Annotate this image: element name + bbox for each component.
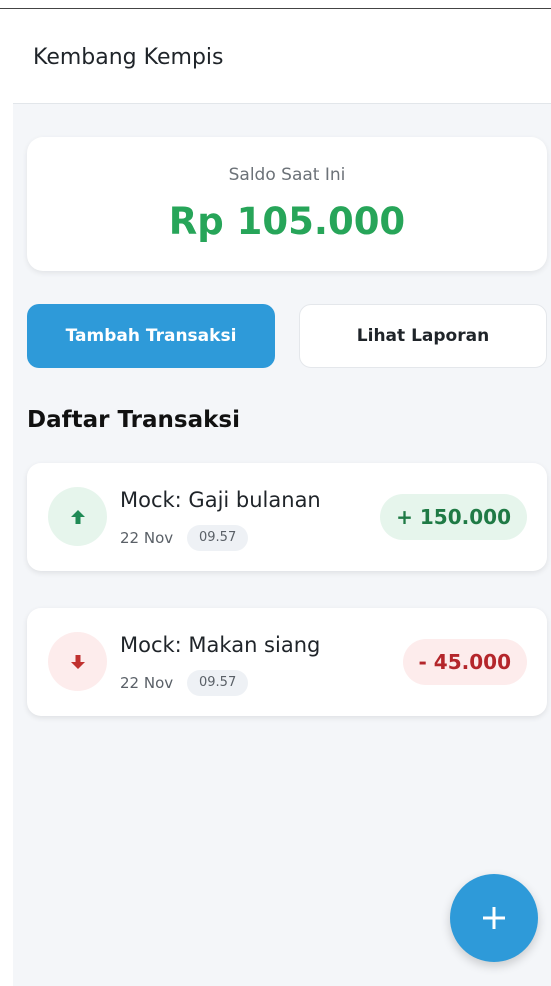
app-bar: Kembang Kempis: [13, 10, 551, 104]
transaction-time-badge: 09.57: [187, 670, 249, 696]
transaction-date: 22 Nov: [120, 529, 174, 547]
transaction-title: Mock: Gaji bulanan: [120, 488, 321, 512]
arrow-up-icon: [48, 487, 107, 546]
app-title: Kembang Kempis: [33, 45, 224, 70]
transaction-date: 22 Nov: [120, 674, 174, 692]
balance-amount: Rp 105.000: [168, 200, 406, 243]
transaction-amount: - 45.000: [402, 639, 527, 685]
add-transaction-button[interactable]: Tambah Transaksi: [27, 304, 275, 368]
transaction-time-badge: 09.57: [187, 525, 249, 551]
transaction-item[interactable]: Mock: Gaji bulanan 22 Nov 09.57 + 150.00…: [27, 463, 547, 571]
transaction-title: Mock: Makan siang: [120, 633, 321, 657]
page: Kembang Kempis Saldo Saat Ini Rp 105.000…: [0, 0, 551, 986]
top-divider: [0, 8, 551, 9]
transaction-item[interactable]: Mock: Makan siang 22 Nov 09.57 - 45.000: [27, 608, 547, 716]
plus-icon: [483, 907, 505, 929]
add-fab-button[interactable]: [450, 874, 538, 962]
arrow-down-icon: [48, 632, 107, 691]
app-container: Kembang Kempis Saldo Saat Ini Rp 105.000…: [13, 10, 551, 986]
transaction-amount: + 150.000: [380, 494, 527, 540]
view-report-button[interactable]: Lihat Laporan: [299, 304, 547, 368]
transaction-list-title: Daftar Transaksi: [27, 407, 240, 433]
balance-card: Saldo Saat Ini Rp 105.000: [27, 137, 547, 271]
balance-label: Saldo Saat Ini: [228, 165, 346, 185]
